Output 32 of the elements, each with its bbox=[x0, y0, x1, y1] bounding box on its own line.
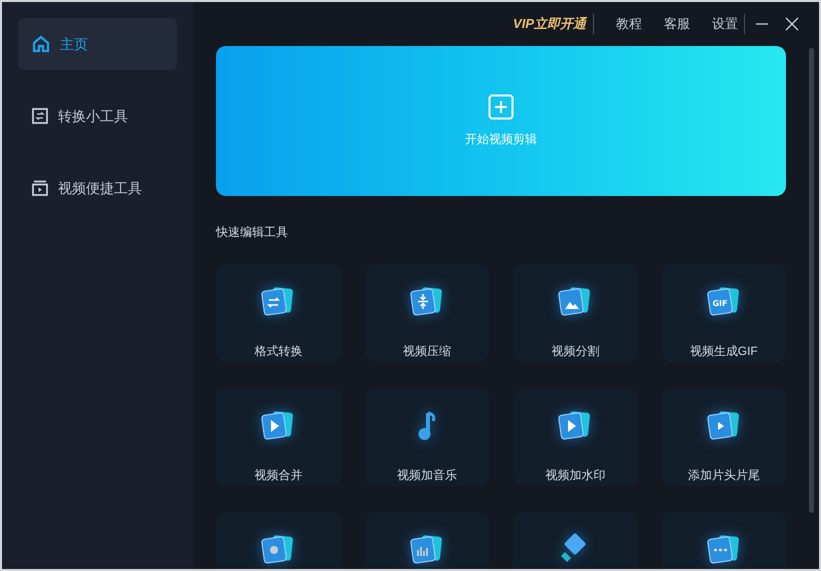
tool-label: 视频分割 bbox=[551, 343, 600, 360]
sidebar-item[interactable]: 视频便捷工具 bbox=[18, 162, 177, 214]
tool-card[interactable]: 视频分割 bbox=[513, 264, 638, 362]
tool-card[interactable]: 添加片头片尾 bbox=[662, 388, 786, 486]
top-link[interactable]: 设置 bbox=[712, 14, 745, 34]
top-link[interactable]: 客服 bbox=[664, 14, 690, 34]
vip-link[interactable]: VIP立即开通 bbox=[513, 14, 594, 34]
tool-label: 视频压缩 bbox=[402, 343, 451, 360]
top-link[interactable]: 教程 bbox=[616, 14, 642, 34]
banner-label: 开始视频剪辑 bbox=[465, 131, 537, 148]
tool-card[interactable]: 格式转换 bbox=[216, 264, 340, 362]
tool-card[interactable]: 视频合并 bbox=[216, 388, 340, 486]
tool-label: 视频合并 bbox=[254, 467, 302, 484]
tool-card[interactable]: 视频加音乐 bbox=[364, 388, 489, 486]
tool-card[interactable]: GIF 视频生成GIF bbox=[662, 264, 786, 362]
tool-label: 视频加音乐 bbox=[396, 467, 457, 484]
video-icon bbox=[32, 180, 48, 196]
tool-label: 视频生成GIF bbox=[690, 343, 758, 360]
close-icon[interactable] bbox=[785, 17, 799, 31]
tool-label: 添加片头片尾 bbox=[688, 467, 760, 484]
tool-label: 格式转换 bbox=[254, 343, 302, 360]
music-note-icon bbox=[418, 411, 436, 441]
tool-card[interactable]: 视频压缩 bbox=[364, 264, 489, 362]
section-title: 快速编辑工具 bbox=[216, 224, 288, 241]
home-icon bbox=[32, 35, 50, 53]
add-icon bbox=[488, 94, 514, 120]
sidebar-item[interactable]: 主页 bbox=[18, 18, 177, 70]
tool-card[interactable]: 视频加水印 bbox=[513, 388, 638, 486]
scrollbar[interactable] bbox=[809, 48, 814, 513]
convert-icon bbox=[32, 108, 48, 124]
tool-label: 视频加水印 bbox=[545, 467, 606, 484]
sidebar-item[interactable]: 转换小工具 bbox=[18, 90, 177, 142]
